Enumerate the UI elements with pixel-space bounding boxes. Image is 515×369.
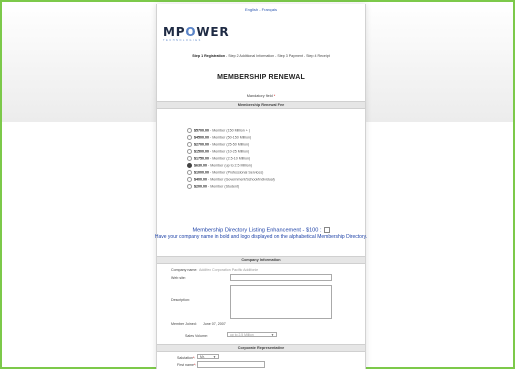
fee-option[interactable]: $1000.00 - Member (Professional Services… — [187, 170, 263, 175]
fee-option[interactable]: $1750.00 - Member (2.5-10 Million) — [187, 156, 250, 161]
description-label: Description: — [171, 298, 190, 302]
fee-option[interactable]: $2700.00 - Member (25-50 Million) — [187, 142, 249, 147]
fee-price: $1000.00 — [194, 170, 209, 175]
sales-volume-label: Sales Volume: — [185, 334, 208, 338]
logo-word-b: O — [185, 25, 197, 39]
registration-page: English - Français MPOWER T E C H N O L … — [155, 4, 367, 369]
radio-button[interactable] — [187, 163, 192, 168]
fee-option[interactable]: $400.00 - Member (Government/School/Indi… — [187, 177, 275, 182]
section-header-rep: Corporate Representative — [157, 344, 365, 352]
radio-button[interactable] — [187, 184, 192, 189]
first-name-label: First name*: — [177, 363, 197, 367]
sales-volume-value: up to 2.5 Million — [230, 333, 254, 337]
fee-option[interactable]: $1500.00 - Member (10-25 Million) — [187, 149, 249, 154]
company-name-value: Addifex Corporation Pacific Addifonie — [199, 268, 259, 272]
fee-description: - Member (Student) — [208, 184, 240, 189]
fee-price: $5700.00 — [194, 128, 209, 133]
directory-enhancement: Membership Directory Listing Enhancement… — [117, 227, 405, 233]
salutation-value: Mr. — [200, 355, 205, 359]
first-name-input[interactable] — [197, 361, 265, 368]
fee-option[interactable]: $200.00 - Member (Student) — [187, 184, 239, 189]
chevron-down-icon: ▼ — [271, 333, 274, 337]
fee-price: $1500.00 — [194, 149, 209, 154]
remaining-steps: - Step 2 Additional Information - Step 3… — [225, 54, 330, 58]
member-joined-label: Member Joined: — [171, 322, 197, 326]
language-switch: English - Français — [157, 7, 365, 12]
fee-description: - Member (10-25 Million) — [210, 149, 250, 154]
required-mark: * — [192, 356, 195, 360]
francais-link[interactable]: Français — [262, 7, 277, 12]
enhancement-checkbox[interactable] — [323, 227, 330, 233]
fee-option[interactable]: $5700.00 - Member (150 Million + ) — [187, 128, 250, 133]
salutation-label: Salutation*: — [177, 356, 196, 360]
company-name-label: Company name: — [171, 268, 198, 272]
radio-button[interactable] — [187, 149, 192, 154]
logo-tagline: T E C H N O L O G I E S — [163, 39, 201, 42]
english-link[interactable]: English — [245, 7, 258, 12]
sales-volume-select[interactable]: up to 2.5 Million ▼ — [227, 332, 277, 337]
logo-word-c: WER — [196, 25, 230, 39]
mpower-logo: MPOWER T E C H N O L O G I E S — [163, 26, 243, 44]
first-name-label-text: First name — [177, 363, 194, 367]
fee-price: $4500.00 — [194, 135, 209, 140]
section-header-fee: Membership Renewal Fee — [157, 101, 365, 109]
chevron-down-icon: ▼ — [213, 355, 216, 359]
fee-description: - Member (150 Million + ) — [210, 128, 251, 133]
mandatory-label: Mandatory field — [246, 94, 273, 98]
logo-word-a: MP — [163, 25, 186, 39]
step-breadcrumb: Step 1 Registration - Step 2 Additional … — [157, 54, 365, 58]
current-step: Step 1 Registration — [192, 54, 226, 58]
member-joined-value: June 07, 2007 — [203, 322, 226, 326]
salutation-select[interactable]: Mr. ▼ — [197, 354, 219, 359]
required-mark: * — [273, 94, 276, 98]
fee-description: - Member (50-150 Million) — [210, 135, 252, 140]
radio-button[interactable] — [187, 135, 192, 140]
salutation-label-text: Salutation — [177, 356, 193, 360]
fee-description: - Member (2.5-10 Million) — [210, 156, 251, 161]
radio-button[interactable] — [187, 128, 192, 133]
fee-description: - Member (25-50 Million) — [210, 142, 250, 147]
radio-button[interactable] — [187, 142, 192, 147]
description-textarea[interactable] — [230, 285, 332, 319]
website-input[interactable] — [230, 274, 332, 281]
fee-price: $630.00 — [194, 163, 207, 168]
enhancement-title: Membership Directory Listing Enhancement… — [192, 227, 322, 234]
radio-button[interactable] — [187, 156, 192, 161]
fee-price: $1750.00 — [194, 156, 209, 161]
screenshot-frame: English - Français MPOWER T E C H N O L … — [0, 0, 515, 369]
enhancement-description: Have your company name in bold and logo … — [154, 234, 368, 240]
section-header-company: Company Information — [157, 256, 365, 264]
required-mark: * — [193, 363, 196, 367]
radio-button[interactable] — [187, 170, 192, 175]
fee-price: $400.00 — [194, 177, 207, 182]
radio-button[interactable] — [187, 177, 192, 182]
fee-price: $200.00 — [194, 184, 207, 189]
fee-description: - Member (Professional Services) — [210, 170, 264, 175]
fee-price: $2700.00 — [194, 142, 209, 147]
website-label: Web site: — [171, 276, 186, 280]
fee-option[interactable]: $4500.00 - Member (50-150 Million) — [187, 135, 251, 140]
mandatory-note: Mandatory field * — [157, 94, 365, 98]
logo-wordmark: MPOWER — [163, 26, 243, 38]
fee-description: - Member (up to 2.5 Million) — [208, 163, 252, 168]
fee-description: - Member (Government/School/Individual) — [208, 177, 275, 182]
page-title: MEMBERSHIP RENEWAL — [217, 74, 305, 81]
fee-option[interactable]: $630.00 - Member (up to 2.5 Million) — [187, 163, 252, 168]
